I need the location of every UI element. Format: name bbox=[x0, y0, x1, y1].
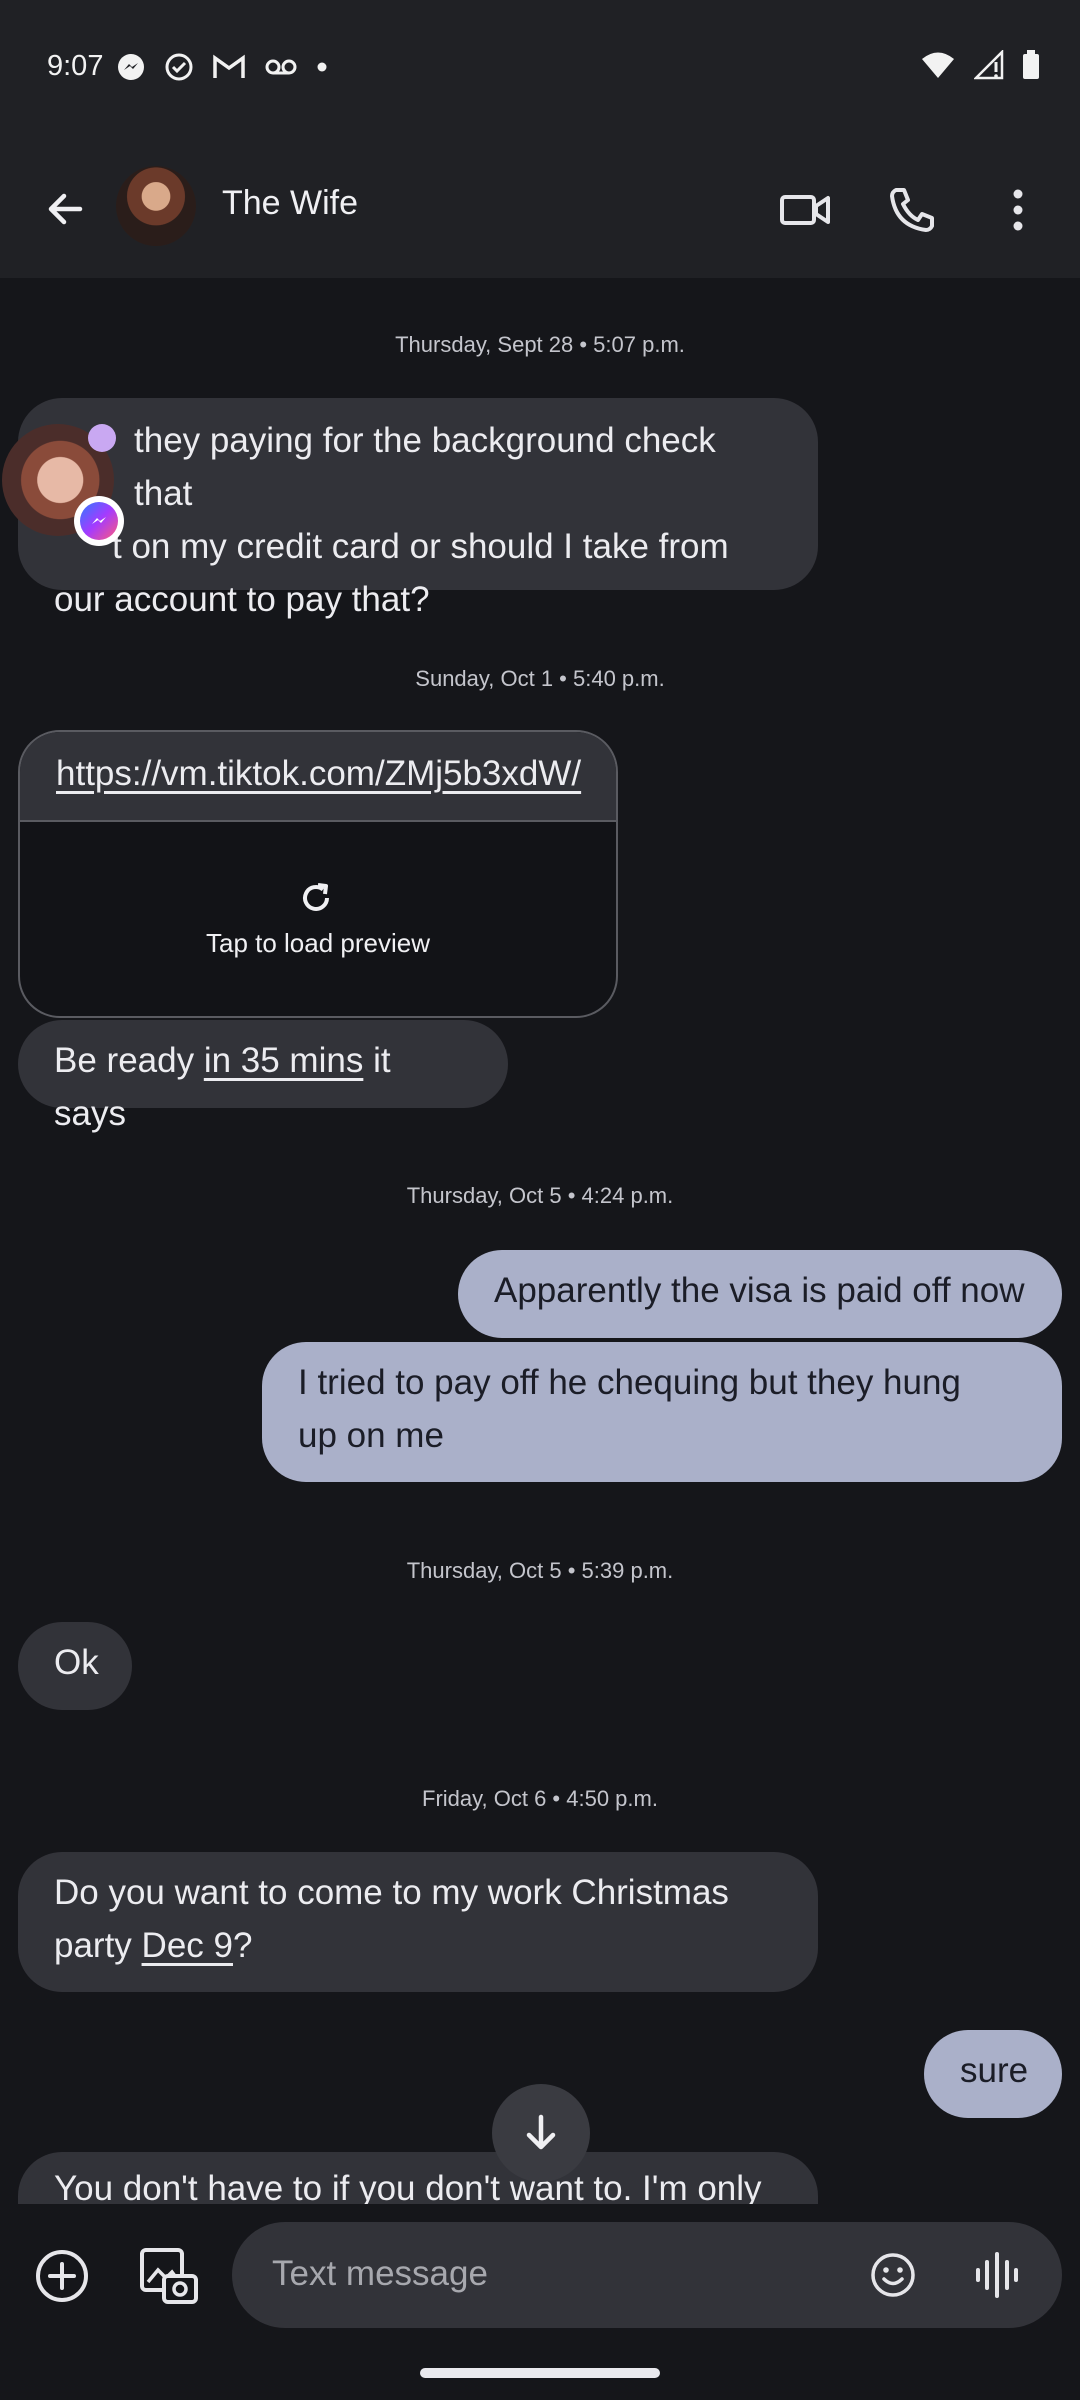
message-text-line: our account to pay that? bbox=[54, 580, 430, 619]
message-input-placeholder[interactable]: Text message bbox=[272, 2254, 488, 2294]
system-icons bbox=[920, 50, 1040, 80]
arrow-down-icon bbox=[526, 2114, 556, 2150]
incoming-message[interactable]: Be ready in 35 mins it says bbox=[18, 1020, 508, 1133]
gmail-icon bbox=[213, 54, 245, 78]
check-circle-icon bbox=[165, 53, 193, 81]
partial-message-container: You don't have to if you don't want to. … bbox=[18, 2152, 818, 2204]
date-separator: Sunday, Oct 1 • 5:40 p.m. bbox=[415, 666, 665, 691]
contact-name[interactable]: The Wife bbox=[222, 184, 358, 223]
notification-icons bbox=[116, 52, 328, 82]
phone-icon[interactable] bbox=[882, 180, 942, 240]
unread-dot bbox=[88, 424, 116, 452]
back-arrow-icon[interactable] bbox=[40, 184, 90, 234]
time-link[interactable]: in 35 mins bbox=[204, 1041, 364, 1080]
message-text-line: party Dec 9? bbox=[54, 1919, 782, 1972]
message-text-line: I tried to pay off he chequing but they … bbox=[298, 1363, 961, 1402]
date-separator: Thursday, Sept 28 • 5:07 p.m. bbox=[395, 332, 685, 357]
message-link[interactable]: https://vm.tiktok.com/ZMj5b3xdW/ bbox=[20, 732, 616, 822]
voicemail-icon bbox=[265, 59, 297, 75]
add-attachment-icon[interactable] bbox=[34, 2248, 90, 2304]
message-text-line: t on my credit card or should I take fro… bbox=[112, 527, 729, 566]
message-text-line: up on me bbox=[298, 1416, 444, 1455]
messenger-badge bbox=[74, 496, 124, 546]
status-bar: 9:07 bbox=[0, 0, 1080, 140]
incoming-message[interactable]: they paying for the background check tha… bbox=[18, 398, 818, 619]
messenger-icon bbox=[80, 502, 118, 540]
messenger-icon bbox=[118, 54, 144, 80]
message-text: party bbox=[54, 1926, 142, 1965]
home-indicator[interactable] bbox=[420, 2368, 660, 2378]
scroll-to-bottom-button[interactable] bbox=[492, 2084, 590, 2182]
message-text-line: they paying for the background check tha… bbox=[134, 421, 716, 513]
incoming-message[interactable]: You don't have to if you don't want to. … bbox=[18, 2152, 818, 2204]
status-time: 9:07 bbox=[47, 50, 104, 82]
message-text: ? bbox=[232, 1926, 253, 1965]
emoji-icon[interactable] bbox=[868, 2250, 918, 2300]
date-separator: Thursday, Oct 5 • 4:24 p.m. bbox=[406, 1183, 674, 1208]
dot-icon bbox=[317, 62, 327, 72]
date-link[interactable]: Dec 9 bbox=[142, 1926, 233, 1965]
signal-icon bbox=[974, 50, 1004, 80]
more-options-icon[interactable] bbox=[988, 180, 1048, 240]
voice-input-icon[interactable] bbox=[972, 2248, 1022, 2302]
wifi-icon bbox=[922, 52, 954, 78]
gallery-camera-icon[interactable] bbox=[138, 2246, 200, 2306]
incoming-message[interactable]: Ok bbox=[18, 1622, 132, 1710]
outgoing-message[interactable]: Apparently the visa is paid off now bbox=[458, 1250, 1062, 1338]
outgoing-message[interactable]: I tried to pay off he chequing but they … bbox=[262, 1342, 1062, 1482]
battery-icon bbox=[1023, 50, 1039, 79]
video-call-icon[interactable] bbox=[776, 180, 836, 240]
link-preview-card[interactable]: https://vm.tiktok.com/ZMj5b3xdW/ Tap to … bbox=[18, 730, 618, 1018]
load-preview-label[interactable]: Tap to load preview bbox=[20, 928, 616, 959]
conversation-header: The Wife bbox=[0, 140, 1080, 278]
message-text: Be ready bbox=[54, 1041, 204, 1080]
contact-avatar[interactable] bbox=[116, 166, 196, 246]
message-text-line: Do you want to come to my work Christmas bbox=[54, 1873, 729, 1912]
refresh-icon[interactable] bbox=[296, 878, 336, 918]
message-input[interactable]: Text message bbox=[232, 2222, 1062, 2328]
incoming-message[interactable]: Do you want to come to my work Christmas… bbox=[18, 1852, 818, 1992]
outgoing-message[interactable]: sure bbox=[924, 2030, 1062, 2118]
date-separator: Friday, Oct 6 • 4:50 p.m. bbox=[422, 1786, 658, 1811]
date-separator: Thursday, Oct 5 • 5:39 p.m. bbox=[406, 1558, 674, 1583]
